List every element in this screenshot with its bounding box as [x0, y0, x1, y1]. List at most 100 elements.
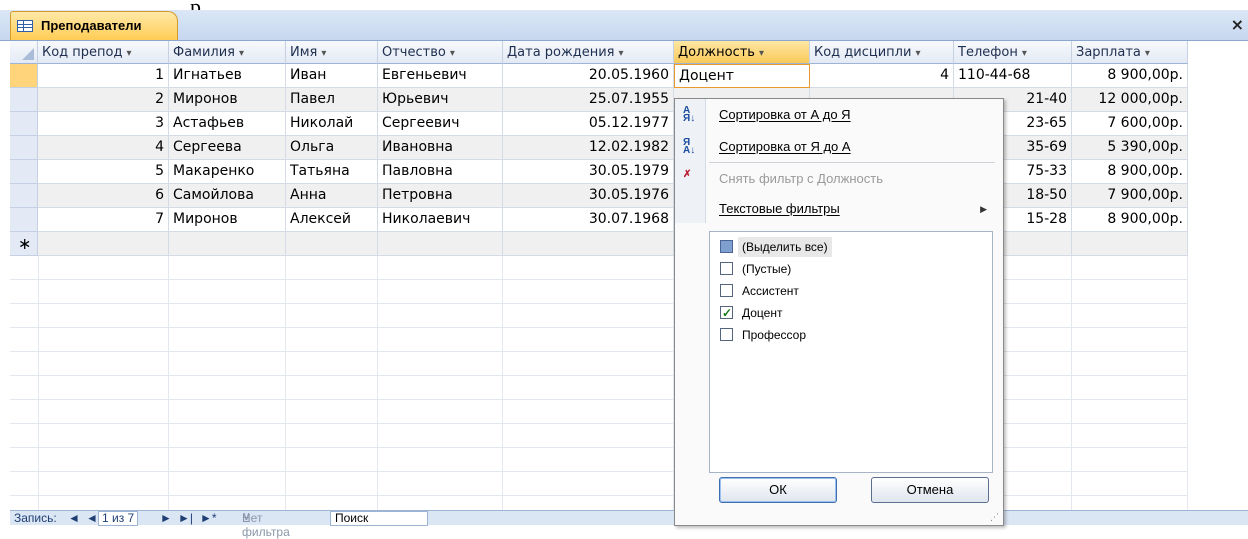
cell-first-name[interactable]	[286, 232, 378, 256]
cell-middle-name[interactable]: Юрьевич	[378, 88, 503, 112]
cell-first-name[interactable]: Николай	[286, 112, 378, 136]
record-selector[interactable]	[10, 184, 38, 208]
cell-dob[interactable]	[503, 232, 674, 256]
column-header-telefon[interactable]: Телефон ▾	[954, 41, 1072, 64]
record-selector[interactable]	[10, 160, 38, 184]
chevron-down-icon[interactable]: ▾	[239, 48, 244, 59]
cell-salary[interactable]: 7 900,00р.	[1072, 184, 1188, 208]
cell-last-name[interactable]: Игнатьев	[169, 64, 286, 88]
chevron-down-icon[interactable]: ▾	[1145, 48, 1150, 59]
cell-id[interactable]: 7	[38, 208, 169, 232]
resize-grip-icon[interactable]: ⋰	[990, 513, 999, 523]
chevron-down-icon[interactable]: ▾	[450, 48, 455, 59]
column-header-kod-prepod[interactable]: Код препод ▾	[38, 41, 169, 64]
column-header-imya[interactable]: Имя ▾	[286, 41, 378, 64]
chevron-down-icon[interactable]: ▾	[1022, 48, 1027, 59]
close-icon[interactable]: ×	[1231, 15, 1244, 34]
select-all-corner[interactable]	[10, 41, 38, 64]
cell-middle-name[interactable]: Николаевич	[378, 208, 503, 232]
cell-dob[interactable]: 20.05.1960	[503, 64, 674, 88]
cell-dob[interactable]: 30.07.1968	[503, 208, 674, 232]
menu-item-text-filters[interactable]: Текстовые фильтры ▶	[675, 195, 1001, 223]
cell-id[interactable]: 5	[38, 160, 169, 184]
cell-dob[interactable]: 30.05.1979	[503, 160, 674, 184]
cell-last-name[interactable]: Сергеева	[169, 136, 286, 160]
cell-first-name[interactable]: Ольга	[286, 136, 378, 160]
cell-last-name[interactable]: Самойлова	[169, 184, 286, 208]
cell-discipline[interactable]: 4	[810, 64, 954, 88]
last-record-button[interactable]: ►|	[178, 511, 193, 525]
cell-salary[interactable]: 5 390,00р.	[1072, 136, 1188, 160]
cell-dob[interactable]: 30.05.1976	[503, 184, 674, 208]
cell-position[interactable]: Доцент	[674, 64, 810, 88]
table-row[interactable]: 1 Игнатьев Иван Евгеньевич 20.05.1960 До…	[10, 64, 1188, 88]
checkbox[interactable]	[720, 262, 733, 275]
cell-salary[interactable]: 7 600,00р.	[1072, 112, 1188, 136]
cell-first-name[interactable]: Татьяна	[286, 160, 378, 184]
cell-dob[interactable]: 05.12.1977	[503, 112, 674, 136]
checkbox[interactable]	[720, 284, 733, 297]
column-header-familiya[interactable]: Фамилия ▾	[169, 41, 286, 64]
cell-middle-name[interactable]: Евгеньевич	[378, 64, 503, 88]
cell-phone[interactable]: 110-44-68	[954, 64, 1072, 88]
table-row[interactable]: 2 Миронов Павел Юрьевич 25.07.1955 21-40…	[10, 88, 1188, 112]
column-header-otchestvo[interactable]: Отчество ▾	[378, 41, 503, 64]
cell-salary[interactable]	[1072, 232, 1188, 256]
chevron-down-icon[interactable]: ▾	[915, 48, 920, 59]
cell-id[interactable]: 6	[38, 184, 169, 208]
chevron-down-icon[interactable]: ▾	[618, 48, 623, 59]
menu-item-sort-desc[interactable]: Я А↓ Сортировка от Я до А	[675, 133, 1001, 161]
record-selector[interactable]: ∗	[10, 232, 38, 256]
cell-id[interactable]: 3	[38, 112, 169, 136]
table-row[interactable]: 6 Самойлова Анна Петровна 30.05.1976 18-…	[10, 184, 1188, 208]
new-record-button[interactable]: ►*	[200, 511, 217, 525]
cell-salary[interactable]: 8 900,00р.	[1072, 208, 1188, 232]
cell-middle-name[interactable]: Петровна	[378, 184, 503, 208]
menu-item-sort-asc[interactable]: А Я↓ Сортировка от А до Я	[675, 101, 1001, 129]
record-selector[interactable]	[10, 208, 38, 232]
column-header-data-rozhdeniya[interactable]: Дата рождения ▾	[503, 41, 674, 64]
column-header-dolzhnost[interactable]: Должность ▾	[674, 41, 810, 64]
column-header-kod-discipliny[interactable]: Код дисципли ▾	[810, 41, 954, 64]
table-row[interactable]: 7 Миронов Алексей Николаевич 30.07.1968 …	[10, 208, 1188, 232]
record-selector[interactable]	[10, 88, 38, 112]
cell-middle-name[interactable]: Ивановна	[378, 136, 503, 160]
cell-id[interactable]: 2	[38, 88, 169, 112]
record-selector[interactable]	[10, 64, 38, 88]
cell-last-name[interactable]: Миронов	[169, 88, 286, 112]
cell-last-name[interactable]: Астафьев	[169, 112, 286, 136]
chevron-down-icon[interactable]: ▾	[759, 48, 764, 59]
chevron-down-icon[interactable]: ▾	[321, 48, 326, 59]
cell-id[interactable]: 1	[38, 64, 169, 88]
cell-salary[interactable]: 8 900,00р.	[1072, 160, 1188, 184]
cell-first-name[interactable]: Анна	[286, 184, 378, 208]
cell-last-name[interactable]: Макаренко	[169, 160, 286, 184]
cell-middle-name[interactable]: Павловна	[378, 160, 503, 184]
record-selector[interactable]	[10, 136, 38, 160]
next-record-button[interactable]: ►	[160, 511, 172, 525]
checkbox[interactable]	[720, 328, 733, 341]
table-row[interactable]: 3 Астафьев Николай Сергеевич 05.12.1977 …	[10, 112, 1188, 136]
cell-last-name[interactable]	[169, 232, 286, 256]
cell-id[interactable]: 4	[38, 136, 169, 160]
cell-middle-name[interactable]: Сергеевич	[378, 112, 503, 136]
prev-record-button[interactable]: ◄	[86, 511, 98, 525]
column-header-zarplata[interactable]: Зарплата ▾	[1072, 41, 1188, 64]
table-row[interactable]: 4 Сергеева Ольга Ивановна 12.02.1982 35-…	[10, 136, 1188, 160]
checkbox[interactable]	[720, 240, 733, 253]
record-selector[interactable]	[10, 112, 38, 136]
cell-id[interactable]	[38, 232, 169, 256]
chevron-down-icon[interactable]: ▾	[127, 48, 132, 59]
checkbox[interactable]	[720, 303, 733, 323]
cell-first-name[interactable]: Павел	[286, 88, 378, 112]
cancel-button[interactable]: Отмена	[871, 477, 989, 503]
cell-salary[interactable]: 8 900,00р.	[1072, 64, 1188, 88]
cell-dob[interactable]: 12.02.1982	[503, 136, 674, 160]
new-record-row[interactable]: ∗	[10, 232, 1188, 256]
cell-first-name[interactable]: Иван	[286, 64, 378, 88]
cell-first-name[interactable]: Алексей	[286, 208, 378, 232]
first-record-button[interactable]: ◄	[68, 511, 80, 525]
table-row[interactable]: 5 Макаренко Татьяна Павловна 30.05.1979 …	[10, 160, 1188, 184]
cell-salary[interactable]: 12 000,00р.	[1072, 88, 1188, 112]
ok-button[interactable]: ОК	[719, 477, 837, 503]
